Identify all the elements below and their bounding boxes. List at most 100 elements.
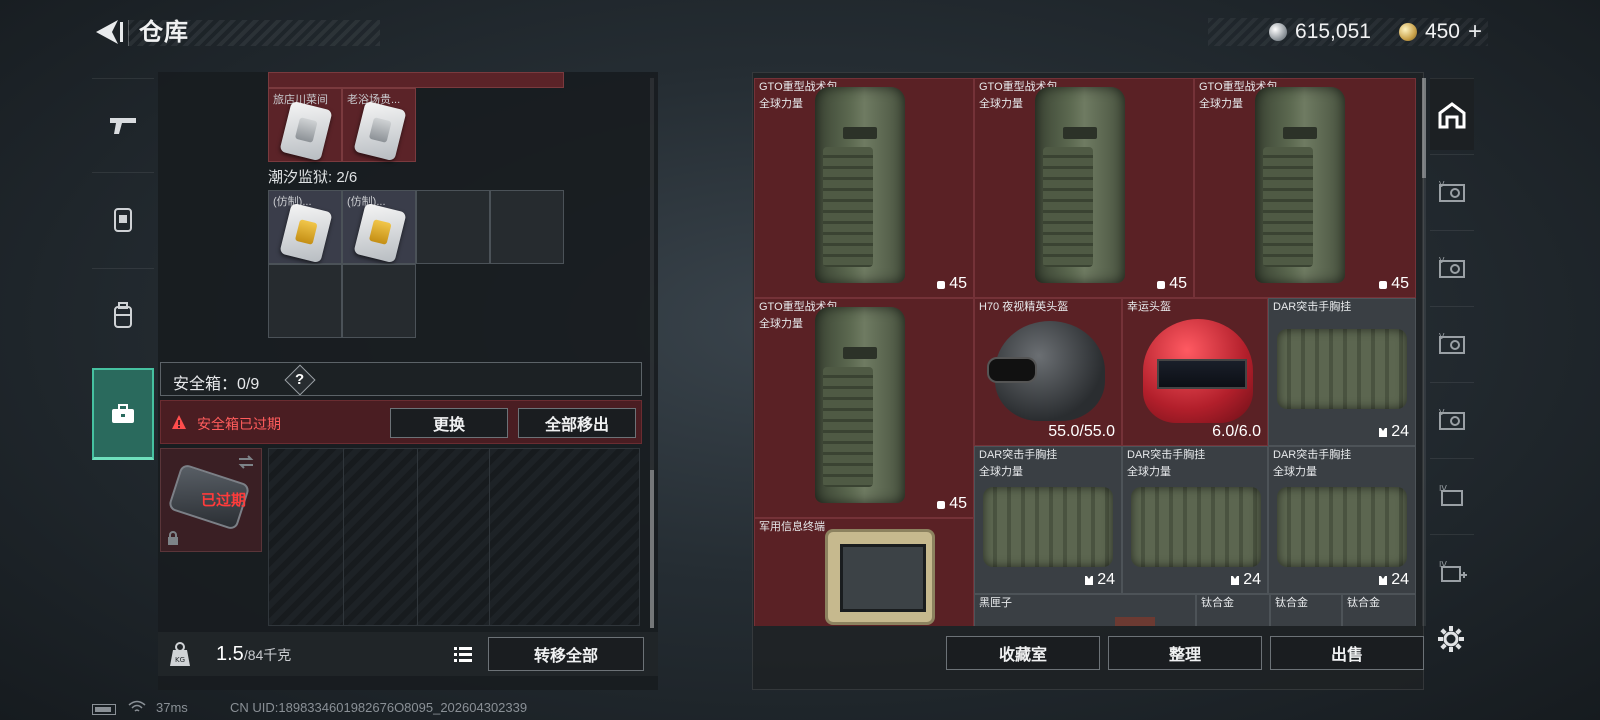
- nav-armor[interactable]: [92, 172, 154, 264]
- item-name: 黑匣子: [979, 597, 1012, 609]
- stash-item-helmet[interactable]: H70 夜视精英头盔 55.0/55.0: [974, 298, 1122, 446]
- item-sub: 全球力量: [979, 98, 1023, 110]
- stash-item-terminal[interactable]: 军用信息终端: [754, 518, 974, 626]
- svg-text:V: V: [1439, 256, 1445, 265]
- keycard-slot[interactable]: (仿制)...: [342, 190, 416, 264]
- item-value-text: 24: [1391, 571, 1409, 588]
- empty-slot[interactable]: [416, 190, 490, 264]
- item-name: H70 夜视精英头盔: [979, 301, 1069, 313]
- stash-tab-v4[interactable]: V: [1430, 382, 1474, 454]
- carry-weight: 1.5/84千克: [216, 643, 291, 666]
- wifi-icon: [128, 700, 146, 712]
- transfer-all-button[interactable]: 转移全部: [488, 637, 644, 671]
- sort-button[interactable]: 整理: [1108, 636, 1262, 670]
- capacity-icon: [937, 501, 946, 509]
- backpack-image: [815, 307, 905, 503]
- empty-slot[interactable]: [342, 264, 416, 338]
- silver-coin-icon: [1269, 23, 1288, 41]
- capacity-icon: [1157, 281, 1166, 289]
- item-durability: 6.0/6.0: [1212, 423, 1261, 440]
- keycard-slot[interactable]: 老浴场贵...: [342, 88, 416, 162]
- item-value-text: 45: [1169, 275, 1187, 292]
- stash-tab-v2[interactable]: V: [1430, 230, 1474, 302]
- stash-item-helmet[interactable]: 幸运头盔 6.0/6.0: [1122, 298, 1268, 446]
- safe-box-header: 安全箱：0/9 ?: [160, 362, 642, 396]
- weight-value: 1.5: [216, 643, 244, 665]
- stash-item-misc[interactable]: 钛合金: [1270, 594, 1342, 626]
- item-sub: 全球力量: [979, 466, 1023, 478]
- safe-box-title: 安全箱：0/9: [173, 376, 260, 393]
- prison-section-title: 潮汐监狱: 2/6: [268, 169, 358, 186]
- vest-capacity-icon: [1085, 576, 1094, 585]
- item-value-text: 24: [1391, 423, 1409, 440]
- stash-tab-iv-add[interactable]: IV: [1430, 534, 1474, 606]
- keycard-slot[interactable]: 旅店川菜间: [268, 88, 342, 162]
- backpack-image: [1035, 87, 1125, 283]
- back-arrow-icon: [96, 20, 123, 44]
- inventory-footer: KG 1.5/84千克 转移全部: [158, 632, 658, 676]
- add-currency-button[interactable]: +: [1468, 18, 1482, 46]
- stash-item-backpack[interactable]: GTO重型战术包 全球力量 45: [754, 78, 974, 298]
- swap-icon[interactable]: [237, 455, 255, 469]
- item-value: 45: [1156, 275, 1187, 293]
- item-name: 钛合金: [1275, 597, 1308, 609]
- battery-icon: [92, 704, 116, 715]
- night-vision-helmet-image: [987, 321, 1105, 421]
- stash-item-misc[interactable]: 钛合金: [1196, 594, 1270, 626]
- black-box-image: [1115, 617, 1155, 626]
- svg-text:V: V: [1439, 408, 1445, 417]
- stash-tab-iv[interactable]: IV: [1430, 458, 1474, 530]
- remove-all-button[interactable]: 全部移出: [518, 408, 636, 438]
- gear-icon[interactable]: [1436, 624, 1466, 654]
- nav-backpack[interactable]: [92, 268, 154, 360]
- stash-item-backpack[interactable]: GTO重型战术包 全球力量 45: [1194, 78, 1416, 298]
- item-sub: 全球力量: [1273, 466, 1317, 478]
- item-value-text: 45: [949, 275, 967, 292]
- inventory-scroll-thumb[interactable]: [650, 470, 654, 628]
- item-value-text: 24: [1243, 571, 1261, 588]
- stash-item-backpack[interactable]: GTO重型战术包 全球力量 45: [754, 298, 974, 518]
- chest-rig-image: [1277, 329, 1407, 409]
- safe-expired-text: 安全箱已过期: [197, 416, 281, 432]
- item-value: 24: [1230, 571, 1261, 589]
- item-name: 钛合金: [1201, 597, 1234, 609]
- list-icon[interactable]: [452, 644, 474, 664]
- gold-amount: 450: [1424, 20, 1460, 43]
- stash-tab-home[interactable]: [1430, 78, 1474, 150]
- item-value: 24: [1378, 571, 1409, 589]
- stash-tab-v3[interactable]: V: [1430, 306, 1474, 378]
- back-button[interactable]: [90, 16, 126, 48]
- item-sub: 全球力量: [1127, 466, 1171, 478]
- stash-item-rig[interactable]: DAR突击手胸挂 全球力量 24: [974, 446, 1122, 594]
- stash-item-misc[interactable]: 黑匣子: [974, 594, 1196, 626]
- nav-safe-box[interactable]: [92, 368, 154, 460]
- chest-rig-image: [1277, 487, 1407, 567]
- empty-slot[interactable]: [490, 190, 564, 264]
- stash-item-rig[interactable]: DAR突击手胸挂 全球力量 24: [1122, 446, 1268, 594]
- item-name: 钛合金: [1347, 597, 1380, 609]
- item-name: DAR突击手胸挂: [979, 449, 1058, 461]
- stash-item-rig[interactable]: DAR突击手胸挂 全球力量 24: [1268, 446, 1416, 594]
- collection-room-button[interactable]: 收藏室: [946, 636, 1100, 670]
- safe-box-item[interactable]: 已过期: [160, 448, 262, 552]
- replace-button[interactable]: 更换: [390, 408, 508, 438]
- lock-icon: [168, 531, 178, 545]
- chest-rig-image: [1131, 487, 1261, 567]
- stash-item-rig[interactable]: DAR突击手胸挂 24: [1268, 298, 1416, 446]
- item-value: 45: [936, 275, 967, 293]
- stash-scroll-thumb[interactable]: [1422, 78, 1426, 178]
- vest-capacity-icon: [1231, 576, 1240, 585]
- stash-item-misc[interactable]: 钛合金: [1342, 594, 1416, 626]
- nav-weapons[interactable]: [92, 78, 154, 170]
- empty-slot[interactable]: [268, 264, 342, 338]
- stash-item-backpack[interactable]: GTO重型战术包 全球力量 45: [974, 78, 1194, 298]
- sell-button[interactable]: 出售: [1270, 636, 1424, 670]
- safe-box-grid[interactable]: [268, 448, 640, 626]
- stash-v-icon: V: [1439, 408, 1465, 430]
- keycard-row-top-partial: [268, 72, 564, 88]
- stash-grid: GTO重型战术包 全球力量 45 GTO重型战术包 全球力量 45 GTO重型战…: [754, 78, 1416, 626]
- stash-tab-v1[interactable]: V: [1430, 154, 1474, 226]
- weight-icon: KG: [170, 642, 190, 666]
- home-stash-icon: [1438, 101, 1466, 128]
- keycard-slot[interactable]: (仿制)...: [268, 190, 342, 264]
